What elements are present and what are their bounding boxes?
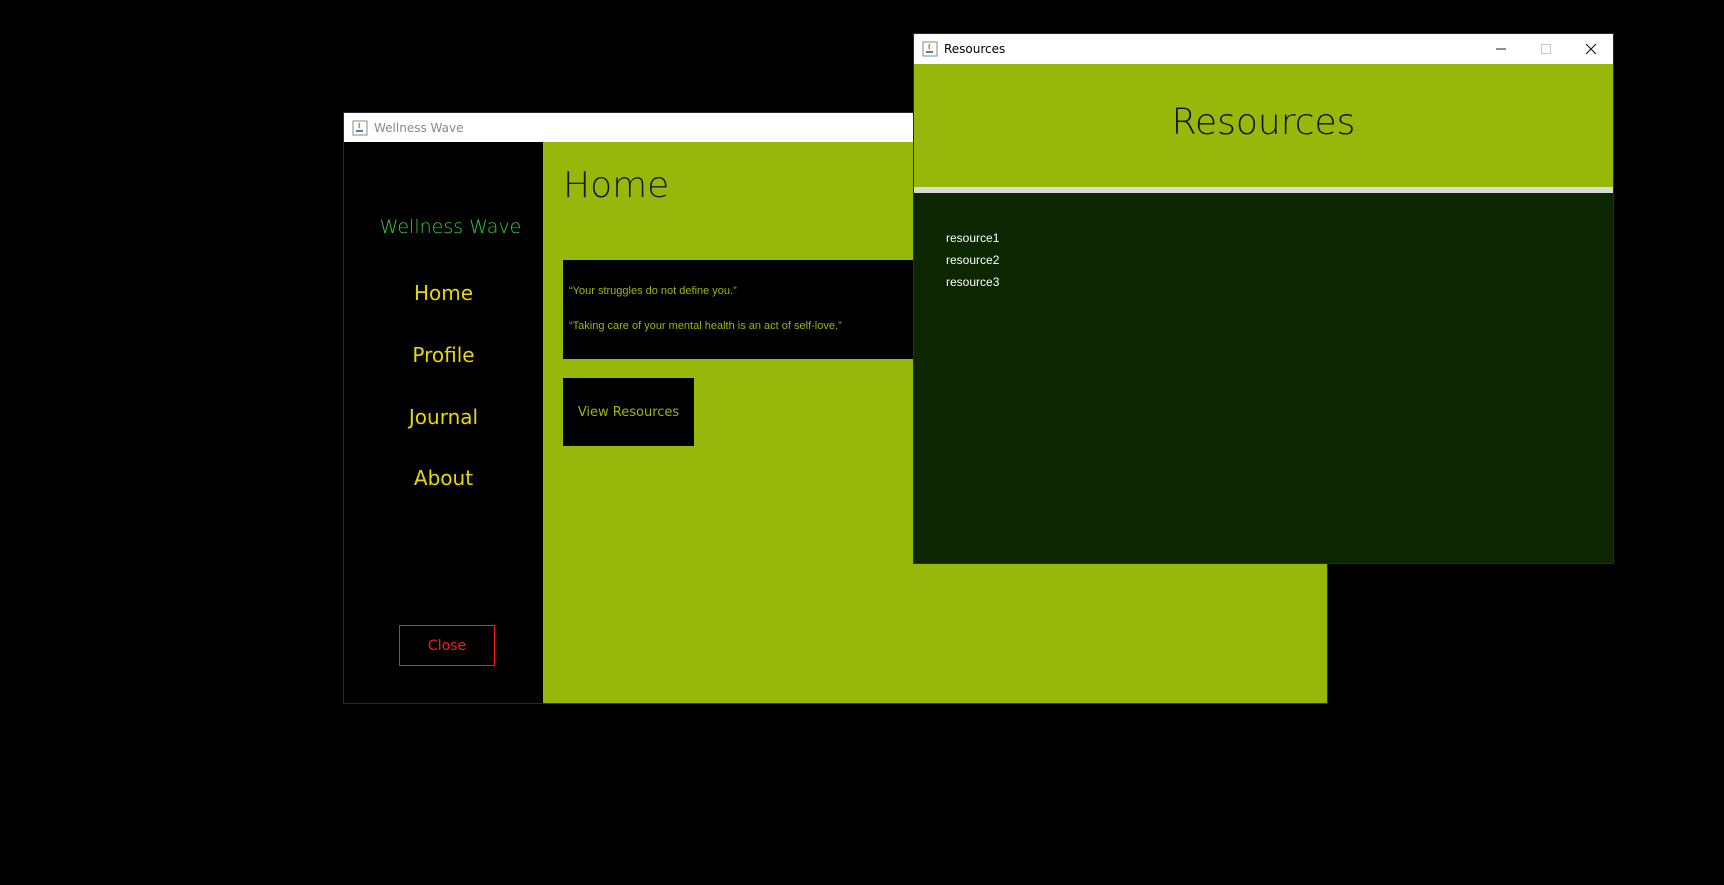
resources-window-title: Resources [944,42,1006,56]
list-item[interactable]: resource1 [946,227,999,249]
quote-text: “Taking care of your mental health is an… [569,320,842,332]
brand-label: Wellness Wave [379,216,522,238]
java-app-icon [352,120,368,136]
page-title: Home [563,165,670,206]
sidebar-item-profile[interactable]: Profile [344,343,543,367]
sidebar-item-about[interactable]: About [344,466,543,490]
main-window-title: Wellness Wave [374,120,464,135]
sidebar-item-journal[interactable]: Journal [344,405,543,429]
minimize-icon[interactable] [1478,34,1523,64]
close-button[interactable]: Close [399,625,495,666]
list-item[interactable]: resource2 [946,249,999,271]
list-item[interactable]: resource3 [946,271,999,293]
sidebar: Wellness Wave Home Profile Journal About… [344,142,543,703]
divider [914,187,1613,193]
sidebar-item-home[interactable]: Home [344,281,543,305]
resources-window: Resources Resources resource1 resource2 … [913,33,1614,564]
quotes-panel: “Your struggles do not define you.” “Tak… [563,260,923,359]
resources-titlebar[interactable]: Resources [914,34,1613,64]
resources-heading: Resources [1171,102,1356,143]
resources-header: Resources [914,64,1613,187]
view-resources-button[interactable]: View Resources [563,378,694,446]
resources-list: resource1 resource2 resource3 [946,227,999,293]
quote-text: “Your struggles do not define you.” [569,285,737,297]
java-app-icon [922,41,938,57]
maximize-icon[interactable] [1523,34,1568,64]
close-icon[interactable] [1568,34,1613,64]
